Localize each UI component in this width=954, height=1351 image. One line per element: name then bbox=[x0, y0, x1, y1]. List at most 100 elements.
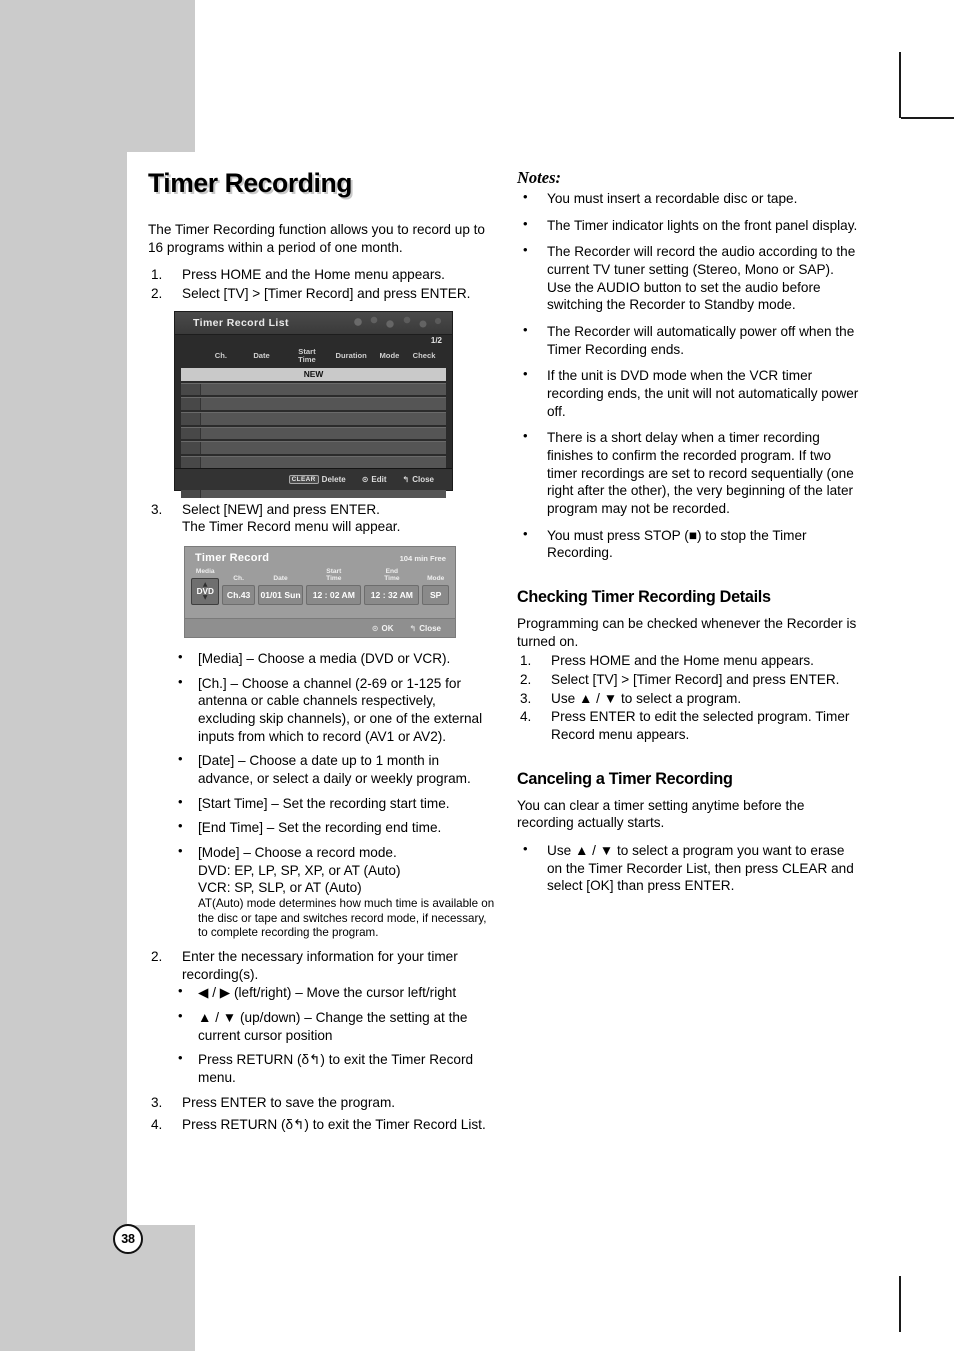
step-number: 1. bbox=[151, 267, 163, 283]
list-item: Use ▲ / ▼ to select a program you want t… bbox=[517, 841, 861, 895]
step-subtext: The Timer Record menu will appear. bbox=[182, 519, 401, 535]
list-item-mode: [Mode] – Choose a record mode. DVD: EP, … bbox=[148, 843, 496, 941]
mode-note: AT(Auto) mode determines how much time i… bbox=[198, 897, 495, 940]
table-row[interactable] bbox=[181, 412, 446, 425]
bubbles-decoration-icon bbox=[350, 314, 446, 330]
osd-footer: ⊙ OK ↰ Close bbox=[185, 618, 455, 638]
list-item: [Date] – Choose a date up to 1 month in … bbox=[148, 751, 496, 787]
list-item: The Recorder will record the audio accor… bbox=[517, 242, 861, 314]
step-text: Press HOME and the Home menu appears. bbox=[182, 267, 445, 283]
step-number: 2. bbox=[151, 286, 163, 302]
step-text: Press RETURN (δ↰) to exit the Timer Reco… bbox=[182, 1117, 486, 1133]
intro-paragraph: The Timer Recording function allows you … bbox=[148, 222, 485, 255]
field-label: Mode bbox=[427, 575, 445, 583]
field-label: Ch. bbox=[233, 575, 244, 583]
clear-key-badge: CLEAR bbox=[288, 474, 319, 484]
step-text: Use ▲ / ▼ to select a program. bbox=[551, 690, 742, 706]
left-column: Timer Recording The Timer Recording func… bbox=[148, 168, 496, 1139]
list-item: Press RETURN (δ↰) to exit the Timer Reco… bbox=[148, 1050, 496, 1086]
list-item: 2. Select [TV] > [Timer Record] and pres… bbox=[148, 285, 496, 303]
page-number-badge: 38 bbox=[113, 1224, 143, 1254]
step-text: Enter the necessary information for your… bbox=[182, 948, 458, 982]
step-number: 2. bbox=[151, 948, 163, 964]
list-item: ▲ / ▼ (up/down) – Change the setting at … bbox=[148, 1008, 496, 1044]
footer-close-action[interactable]: ↰ Close bbox=[403, 475, 435, 484]
footer-ok-action[interactable]: ⊙ OK bbox=[372, 624, 394, 633]
notes-list: You must insert a recordable disc or tap… bbox=[517, 189, 861, 562]
step-text: Select [TV] > [Timer Record] and press E… bbox=[182, 286, 471, 302]
osd-free-space: 104 min Free bbox=[399, 554, 446, 564]
table-row[interactable] bbox=[181, 397, 446, 410]
list-item: If the unit is DVD mode when the VCR tim… bbox=[517, 366, 861, 420]
column-header-start-time: Start Time bbox=[298, 347, 316, 364]
list-item: [End Time] – Set the recording end time. bbox=[148, 818, 496, 837]
step-number: 3. bbox=[520, 690, 532, 706]
osd-screenshot-timer-record-list: Timer Record List 1/2 Ch. Date Start Time… bbox=[174, 310, 453, 498]
list-item: The Timer indicator lights on the front … bbox=[517, 216, 861, 235]
osd-field-row: Media ▲ DVD ▼ Ch. Ch.43 Date 01/01 Sun S… bbox=[191, 568, 449, 605]
right-column: Notes: You must insert a recordable disc… bbox=[517, 168, 861, 904]
crop-mark-top-right-vertical bbox=[899, 52, 901, 118]
field-value[interactable]: 12 : 32 AM bbox=[364, 584, 420, 605]
step-number: 3. bbox=[151, 1094, 163, 1110]
field-label: End Time bbox=[384, 568, 400, 583]
page-title: Timer Recording bbox=[148, 168, 353, 198]
field-start-time[interactable]: Start Time 12 : 02 AM bbox=[306, 568, 362, 605]
list-item: [Start Time] – Set the recording start t… bbox=[148, 794, 496, 813]
mode-vcr: VCR: SP, SLP, or AT (Auto) bbox=[198, 880, 362, 896]
field-value[interactable]: ▲ DVD ▼ bbox=[191, 577, 220, 605]
field-media[interactable]: Media ▲ DVD ▼ bbox=[191, 568, 220, 605]
step-text: Select [TV] > [Timer Record] and press E… bbox=[551, 672, 840, 688]
list-item: 2. Select [TV] > [Timer Record] and pres… bbox=[517, 671, 861, 689]
column-header-ch: Ch. bbox=[214, 351, 228, 361]
checking-intro: Programming can be checked whenever the … bbox=[517, 616, 857, 649]
field-value[interactable]: 12 : 02 AM bbox=[306, 584, 362, 605]
osd-title: Timer Record bbox=[195, 552, 270, 565]
field-label: Date bbox=[273, 575, 288, 583]
field-label: Start Time bbox=[326, 568, 342, 583]
footer-edit-label: Edit bbox=[371, 474, 387, 484]
field-channel[interactable]: Ch. Ch.43 bbox=[222, 575, 255, 605]
enter-circle-icon: ⊙ bbox=[361, 474, 369, 484]
step-number: 4. bbox=[520, 709, 532, 725]
osd-empty-rows bbox=[181, 382, 446, 498]
mode-main: [Mode] – Choose a record mode. bbox=[198, 845, 397, 861]
field-end-time[interactable]: End Time 12 : 32 AM bbox=[364, 568, 420, 605]
list-item: 3. Press ENTER to save the program. bbox=[148, 1094, 496, 1112]
footer-edit-action[interactable]: ⊙ Edit bbox=[362, 475, 387, 484]
footer-delete-action[interactable]: CLEAR Delete bbox=[288, 474, 346, 484]
enter-circle-icon: ⊙ bbox=[371, 623, 379, 633]
chevron-down-icon: ▼ bbox=[202, 593, 208, 601]
osd-new-entry-row[interactable]: NEW bbox=[181, 367, 446, 381]
field-value[interactable]: 01/01 Sun bbox=[257, 584, 304, 605]
table-row[interactable] bbox=[181, 441, 446, 454]
footer-close-action[interactable]: ↰ Close bbox=[410, 624, 442, 633]
steps-list-enter-info: 2. Enter the necessary information for y… bbox=[148, 948, 496, 983]
osd-title: Timer Record List bbox=[193, 316, 289, 329]
osd-column-headers: Ch. Date Start Time Duration Mode Check bbox=[203, 346, 442, 366]
field-value[interactable]: SP bbox=[422, 584, 449, 605]
checking-steps-list: 1. Press HOME and the Home menu appears.… bbox=[517, 652, 861, 743]
manual-page: 38 Timer Recording The Timer Recording f… bbox=[0, 0, 954, 1351]
field-date[interactable]: Date 01/01 Sun bbox=[257, 575, 304, 605]
list-item: The Recorder will automatically power of… bbox=[517, 322, 861, 358]
step-number: 1. bbox=[520, 653, 532, 669]
list-item: ◀ / ▶ (left/right) – Move the cursor lef… bbox=[148, 983, 496, 1002]
list-item: [Media] – Choose a media (DVD or VCR). bbox=[148, 649, 496, 668]
footer-close-label: Close bbox=[419, 623, 441, 633]
canceling-bullets: Use ▲ / ▼ to select a program you want t… bbox=[517, 841, 861, 895]
osd-titlebar: Timer Record List bbox=[175, 311, 452, 335]
list-item: 4. Press ENTER to edit the selected prog… bbox=[517, 708, 861, 743]
field-description-bullets: [Media] – Choose a media (DVD or VCR). [… bbox=[148, 649, 496, 941]
steps-list-step3: 3. Select [NEW] and press ENTER. The Tim… bbox=[148, 501, 496, 536]
field-value[interactable]: Ch.43 bbox=[222, 584, 255, 605]
field-mode[interactable]: Mode SP bbox=[422, 575, 449, 605]
table-row[interactable] bbox=[181, 426, 446, 440]
step-text: Press HOME and the Home menu appears. bbox=[551, 653, 814, 669]
table-row[interactable] bbox=[181, 382, 446, 396]
section-heading-checking: Checking Timer Recording Details bbox=[517, 588, 771, 607]
column-header-check: Check bbox=[412, 351, 436, 361]
list-item: You must press STOP (■) to stop the Time… bbox=[517, 526, 861, 562]
step-number: 2. bbox=[520, 672, 532, 688]
notes-heading: Notes: bbox=[517, 168, 561, 187]
